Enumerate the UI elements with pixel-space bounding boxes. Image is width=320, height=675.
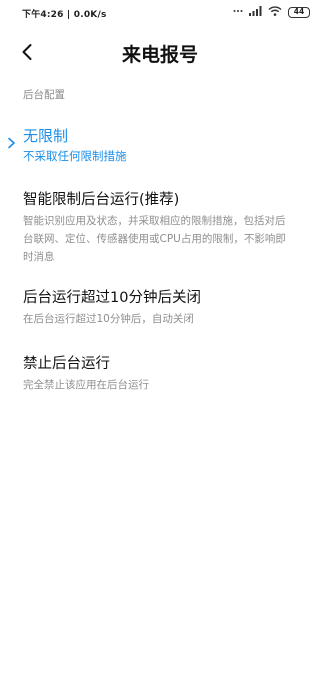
option-title: 无限制 [23,127,69,145]
option-desc: 在后台运行超过10分钟后，自动关闭 [23,313,194,325]
option-desc: 不采取任何限制措施 [23,149,127,163]
section-label: 后台配置 [23,89,65,101]
option-forbid-background[interactable]: 禁止后台运行 完全禁止该应用在后台运行 [0,354,320,394]
header: 来电报号 [0,34,320,70]
option-desc: 智能识别应用及状态，并采取相应的限制措施，包括对后台联网、定位、传感器使用或CP… [23,215,286,263]
battery-icon: 44 [288,7,310,18]
signal-icon [249,6,262,19]
screen: 下午4:26 | 0.0K/s 44 来电报号 后台配置 无限制 不采取任何限制… [0,0,320,675]
status-time-speed: 下午4:26 | 0.0K/s [22,10,107,20]
wifi-icon [268,6,282,19]
status-bar: 下午4:26 | 0.0K/s 44 [0,0,320,24]
page-title: 来电报号 [121,44,198,66]
option-title: 禁止后台运行 [23,356,110,372]
option-title: 智能限制后台运行(推荐) [23,192,180,208]
selected-chevron-icon [8,137,15,149]
option-smart-limit[interactable]: 智能限制后台运行(推荐) 智能识别应用及状态，并采取相应的限制措施，包括对后台联… [0,190,320,266]
option-unlimited[interactable]: 无限制 不采取任何限制措施 [0,126,320,165]
status-icons: 44 [233,6,310,19]
option-close-after-10min[interactable]: 后台运行超过10分钟后关闭 在后台运行超过10分钟后，自动关闭 [0,288,320,328]
option-desc: 完全禁止该应用在后台运行 [23,379,149,391]
dots-icon [233,7,243,18]
option-title: 后台运行超过10分钟后关闭 [23,290,201,306]
